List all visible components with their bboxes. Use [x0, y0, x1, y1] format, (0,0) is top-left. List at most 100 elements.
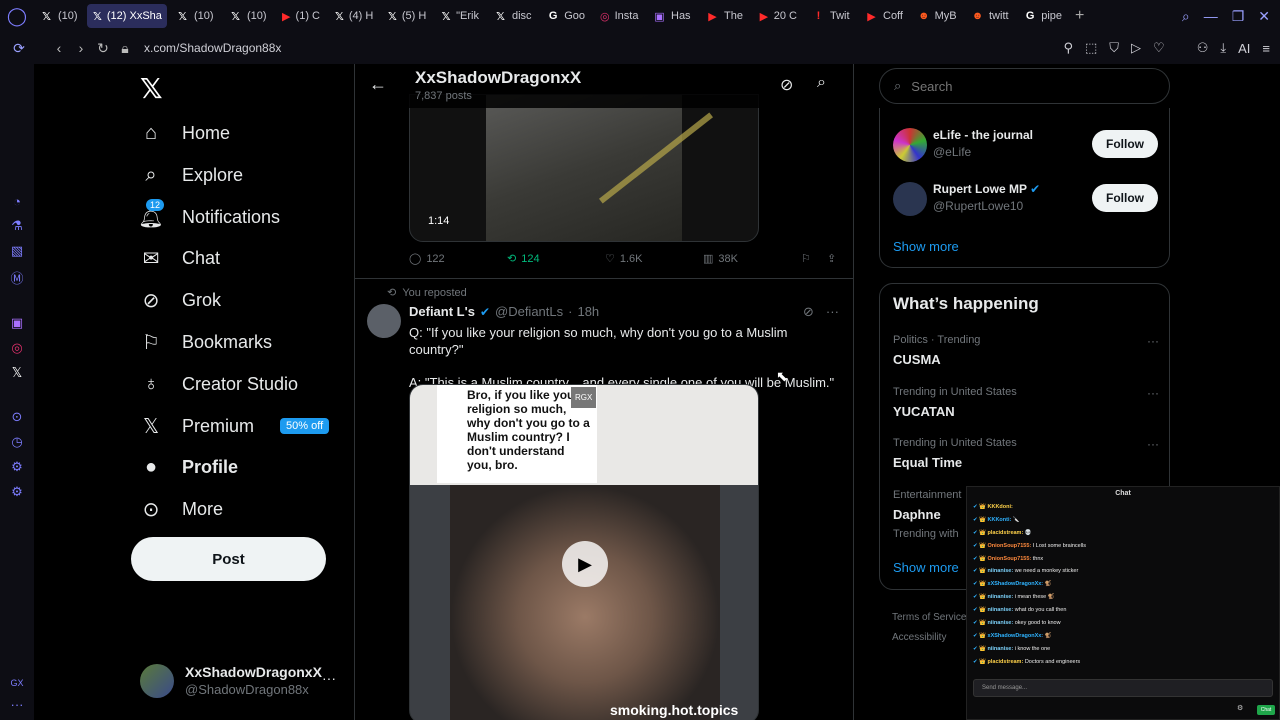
sidebar-instagram-icon[interactable]: ◎: [11, 340, 22, 356]
gx-label[interactable]: GX: [10, 678, 23, 688]
author-handle[interactable]: @DefiantLs: [495, 304, 563, 319]
nav-premium[interactable]: 𝕏 Premium 50% off: [138, 408, 330, 444]
views-button[interactable]: ▥ 38K: [703, 252, 738, 266]
more-icon[interactable]: ···: [826, 304, 839, 320]
tab[interactable]: G Goo: [541, 4, 591, 28]
terms-link[interactable]: Terms of Service: [892, 608, 966, 628]
opera-gx-logo-icon[interactable]: ◯: [0, 0, 34, 32]
chat-username[interactable]: KKKonti:: [988, 517, 1012, 523]
chat-send-button[interactable]: Chat: [1257, 705, 1275, 715]
avatar[interactable]: [367, 304, 401, 338]
account-switcher[interactable]: XxShadowDragonxX @ShadowDragon88x ···: [140, 664, 350, 700]
tab[interactable]: 𝕏 (10): [170, 4, 220, 28]
follow-button[interactable]: Follow: [1092, 130, 1158, 158]
sidebar-m-icon[interactable]: Ⓜ: [10, 268, 23, 287]
nav-chat[interactable]: ✉ Chat: [138, 240, 220, 276]
more-icon[interactable]: ···: [1147, 437, 1159, 451]
snapshot-icon[interactable]: ⬚: [1085, 40, 1097, 56]
chat-username[interactable]: KKKdoni:: [988, 504, 1013, 510]
chat-username[interactable]: placidstream:: [988, 530, 1024, 536]
trend-item[interactable]: Trending in United States YUCATAN ···: [893, 386, 1159, 419]
nav-grok[interactable]: ⊘ Grok: [138, 282, 221, 318]
tab[interactable]: ▶ (1) C: [276, 4, 326, 28]
search-box[interactable]: ⌕: [879, 68, 1170, 104]
chat-input[interactable]: Send message...: [973, 679, 1273, 697]
tab[interactable]: 𝕏 (10): [223, 4, 273, 28]
share-icon[interactable]: ⇪: [827, 252, 836, 265]
grok-icon[interactable]: ⊘: [803, 304, 814, 320]
chat-username[interactable]: niinanise:: [988, 607, 1014, 613]
tab[interactable]: 𝕏disc: [488, 4, 538, 28]
accessibility-link[interactable]: Accessibility: [892, 628, 966, 648]
forward-icon[interactable]: ›: [70, 40, 92, 56]
sidebar-extensions-icon[interactable]: ⚙: [11, 459, 23, 475]
tab[interactable]: ☻ twitt: [965, 4, 1015, 28]
menu-icon[interactable]: ≡: [1262, 41, 1270, 56]
nav-creator-studio[interactable]: ♁ Creator Studio: [138, 366, 299, 402]
chat-username[interactable]: niinanise:: [988, 620, 1014, 626]
video-player[interactable]: Bro, if you like your religion so much, …: [409, 384, 759, 720]
profile-icon[interactable]: ⚇: [1197, 40, 1209, 56]
close-window-icon[interactable]: ✕: [1258, 8, 1270, 25]
tab[interactable]: 𝕏 (10): [34, 4, 84, 28]
follow-suggestion[interactable]: eLife - the journal @eLife Follow: [893, 128, 1159, 168]
chat-username[interactable]: xXShadowDragonXx:: [988, 633, 1044, 639]
new-tab-icon[interactable]: +: [1075, 7, 1084, 25]
reply-button[interactable]: ◯ 122: [409, 252, 445, 266]
ai-button[interactable]: AI: [1238, 41, 1250, 56]
tab[interactable]: ▶ Coff: [859, 4, 909, 28]
nav-more[interactable]: ⊙ More: [138, 491, 223, 527]
reload-gx-icon[interactable]: ⟳: [8, 40, 30, 57]
nav-home[interactable]: ⌂ Home: [138, 115, 230, 151]
play-icon[interactable]: ▶: [562, 541, 608, 587]
tab[interactable]: 𝕏 (5) H: [382, 4, 432, 28]
sidebar-x-icon[interactable]: 𝕏: [12, 365, 22, 381]
chat-username[interactable]: OnionSoup7155:: [988, 556, 1032, 562]
sidebar-bag-icon[interactable]: ⚗: [11, 218, 23, 234]
sidebar-history-icon[interactable]: ◷: [11, 434, 22, 450]
nav-notifications[interactable]: 🔔︎ 12 Notifications: [138, 198, 280, 235]
search-tabs-icon[interactable]: ⌕: [1182, 8, 1190, 25]
post-time[interactable]: 18h: [577, 304, 599, 319]
play-icon[interactable]: ▷: [1131, 40, 1141, 56]
tab[interactable]: 𝕏 "Erik: [435, 4, 485, 28]
chat-username[interactable]: niinanise:: [988, 594, 1014, 600]
post-button[interactable]: Post: [131, 537, 326, 581]
bookmark-icon[interactable]: ⚐: [801, 252, 811, 265]
sidebar-settings-icon[interactable]: ⚙: [11, 484, 23, 500]
nav-profile[interactable]: ● Profile: [138, 449, 238, 485]
tab[interactable]: ! Twit: [806, 4, 856, 28]
tab[interactable]: 𝕏 (4) H: [329, 4, 379, 28]
repost-button[interactable]: ⟲ 124: [507, 252, 540, 266]
chat-username[interactable]: niinanise:: [988, 646, 1014, 652]
tab[interactable]: 𝕏 (12) XxSha: [87, 4, 167, 28]
back-arrow-icon[interactable]: ←: [369, 74, 387, 95]
minimize-icon[interactable]: —: [1204, 8, 1218, 24]
video-thumbnail[interactable]: 1:14: [409, 94, 759, 242]
like-button[interactable]: ♡ 1.6K: [605, 252, 643, 266]
chat-username[interactable]: xXShadowDragonXx:: [988, 581, 1044, 587]
show-more-link[interactable]: Show more: [893, 560, 959, 575]
search-input[interactable]: [909, 77, 1140, 95]
follow-button[interactable]: Follow: [1092, 184, 1158, 212]
chat-username[interactable]: OnionSoup7155:: [988, 543, 1032, 549]
heart-icon[interactable]: ♡: [1153, 40, 1165, 56]
download-icon[interactable]: ⤓: [1220, 40, 1226, 56]
pin-icon[interactable]: ⚲: [1063, 40, 1073, 56]
back-icon[interactable]: ‹: [48, 40, 70, 56]
more-icon[interactable]: ···: [1147, 386, 1159, 400]
tab[interactable]: Gpipe: [1018, 4, 1068, 28]
show-more-link[interactable]: Show more: [893, 239, 959, 254]
account-more-icon[interactable]: ···: [322, 670, 336, 686]
nav-bookmarks[interactable]: ⚐ Bookmarks: [138, 324, 272, 360]
author-name[interactable]: Defiant L's: [409, 304, 475, 319]
tab[interactable]: ▣ Has: [647, 4, 697, 28]
follow-suggestion[interactable]: Rupert Lowe MP ✔ @RupertLowe10 Follow: [893, 182, 1159, 222]
chat-username[interactable]: niinanise:: [988, 568, 1014, 574]
tab[interactable]: ◎ Insta: [594, 4, 644, 28]
maximize-icon[interactable]: ❐: [1232, 8, 1245, 25]
url-field[interactable]: x.com/ShadowDragon88x: [144, 41, 281, 55]
nav-explore[interactable]: ⌕ Explore: [138, 157, 243, 193]
more-icon[interactable]: ···: [1147, 334, 1159, 348]
x-logo-icon[interactable]: 𝕏: [140, 72, 163, 105]
